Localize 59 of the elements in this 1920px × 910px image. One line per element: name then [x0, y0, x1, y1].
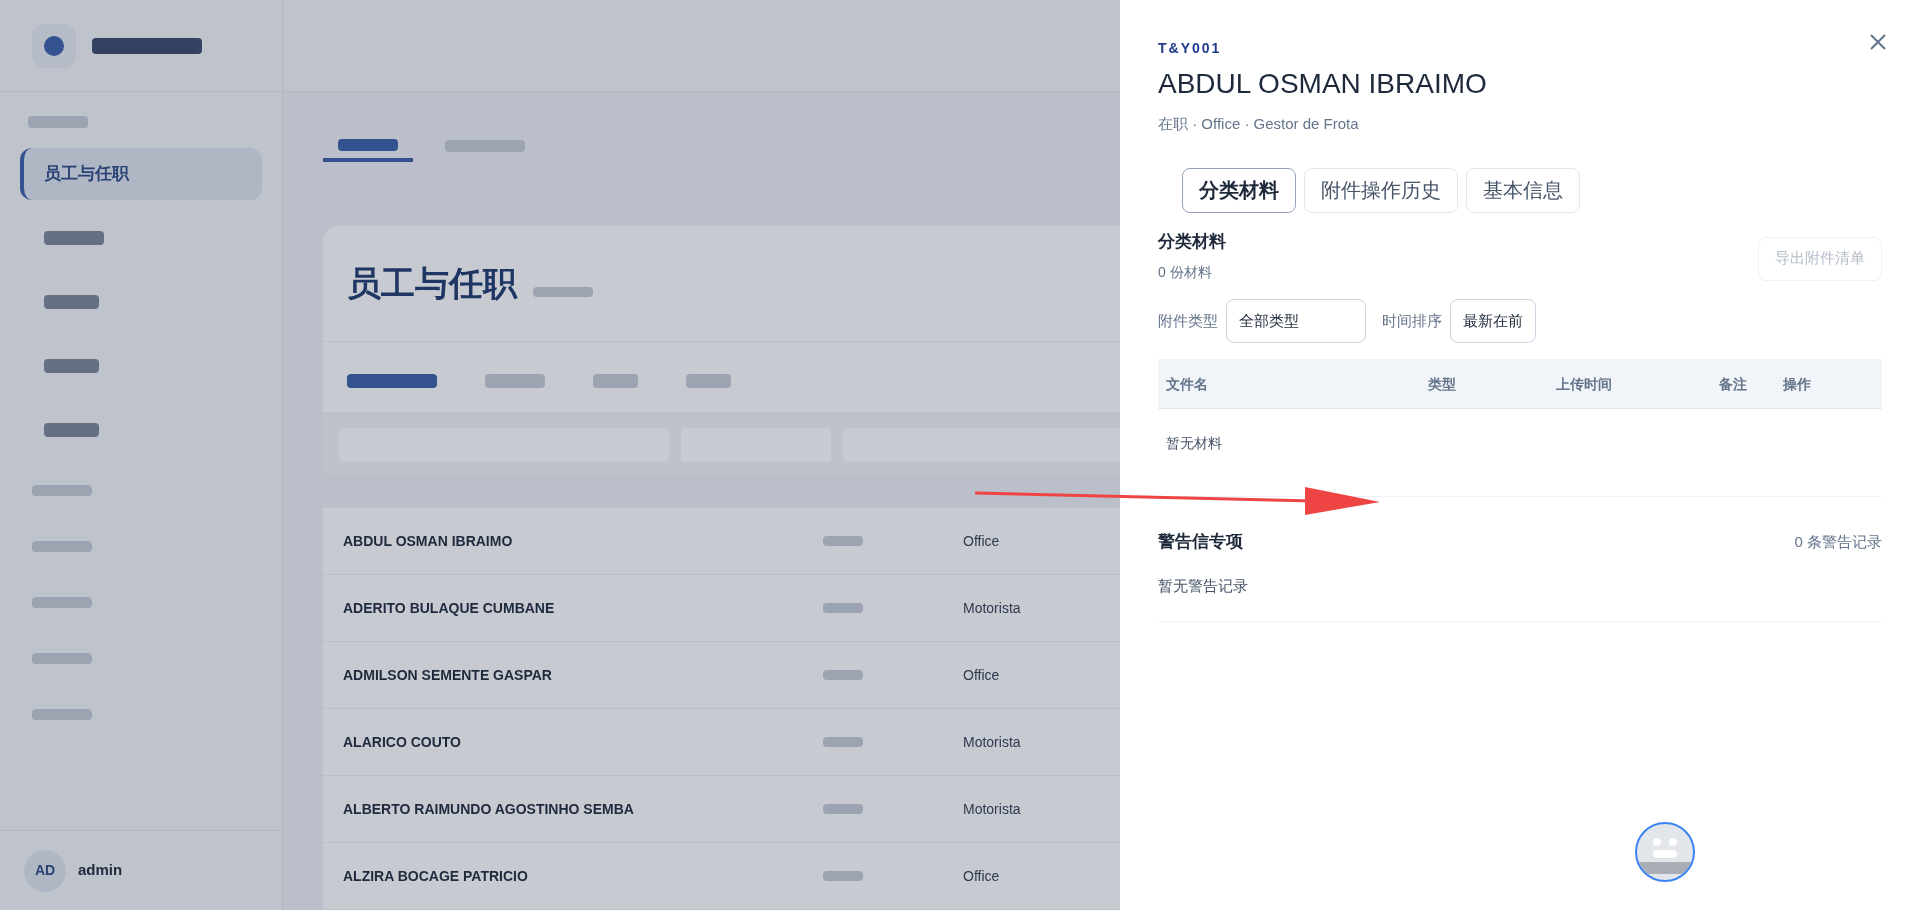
- column-header: 文件名: [1166, 375, 1208, 394]
- column-header: 操作: [1783, 375, 1811, 394]
- table-cell-text: Motorista: [963, 799, 1021, 819]
- employee-code: T&Y001: [1158, 39, 1222, 58]
- nav-item-placeholder: [44, 359, 99, 373]
- nav-group-placeholder: [28, 116, 88, 128]
- filter-label: 时间排序: [1382, 310, 1442, 331]
- nav-group-placeholder: [32, 652, 92, 664]
- column-header: 备注: [1719, 375, 1747, 394]
- section-title: 分类材料: [1158, 230, 1226, 253]
- tab-placeholder: [593, 374, 638, 388]
- nav-item[interactable]: 员工与任职: [20, 148, 262, 200]
- table-cell-text: Motorista: [963, 598, 1021, 618]
- section-title: 警告信专项: [1158, 531, 1243, 553]
- employee-name: ABDUL OSMAN IBRAIMO: [1158, 67, 1487, 101]
- tab[interactable]: 分类材料: [1182, 167, 1296, 213]
- table-cell-text: ALARICO COUTO: [343, 732, 462, 752]
- empty-message: 暂无警告记录: [1158, 575, 1248, 596]
- table-cell-text: ALBERTO RAIMUNDO AGOSTINHO SEMBA: [343, 799, 635, 819]
- warning-count: 0 条警告记录: [1794, 531, 1882, 552]
- nav-group-placeholder: [32, 540, 92, 552]
- nav-item-placeholder: [44, 231, 104, 245]
- table-cell-text: ADMILSON SEMENTE GASPAR: [343, 665, 553, 685]
- nav-item-placeholder: [44, 295, 99, 309]
- table-cell-text: Office: [963, 866, 1000, 886]
- column-header: 类型: [1428, 375, 1456, 394]
- cell-placeholder: [823, 670, 863, 680]
- tab-placeholder: [686, 374, 731, 388]
- user-name: admin: [78, 860, 123, 881]
- filter-label: 附件类型: [1158, 310, 1218, 331]
- table-cell-text: Office: [963, 531, 1000, 551]
- nav-group-placeholder: [32, 708, 92, 720]
- column-header: 上传时间: [1556, 375, 1612, 394]
- nav-item-placeholder: [44, 423, 99, 437]
- table-cell-text: ABDUL OSMAN IBRAIMO: [343, 531, 514, 551]
- empty-message: 暂无材料: [1165, 434, 1223, 453]
- material-count: 0 份材料: [1158, 263, 1212, 282]
- tab[interactable]: 附件操作历史: [1304, 167, 1458, 213]
- table-cell-text: ADERITO BULAQUE CUMBANE: [343, 598, 556, 618]
- logo-icon: [32, 23, 76, 68]
- cell-placeholder: [823, 603, 863, 613]
- user-avatar: AD: [24, 849, 66, 892]
- table-cell-text: ALZIRA BOCAGE PATRICIO: [343, 866, 529, 886]
- employee-subtitle: 在职 · Office · Gestor de Frota: [1158, 114, 1359, 134]
- assistant-avatar-icon[interactable]: [1635, 822, 1695, 882]
- count-placeholder: [533, 287, 593, 297]
- select-field[interactable]: 最新在前: [1450, 299, 1536, 343]
- nav-group-placeholder: [32, 484, 92, 496]
- cell-placeholder: [823, 737, 863, 747]
- table-cell-text: Motorista: [963, 732, 1021, 752]
- cell-placeholder: [823, 804, 863, 814]
- page-title: 员工与任职: [347, 262, 517, 305]
- cell-placeholder: [823, 871, 863, 881]
- table-cell-text: Office: [963, 665, 1000, 685]
- tab[interactable]: 基本信息: [1466, 167, 1580, 213]
- cell-placeholder: [823, 536, 863, 546]
- select-field[interactable]: 全部类型: [1226, 299, 1366, 343]
- tab-placeholder: [485, 374, 545, 388]
- nav-group-placeholder: [32, 596, 92, 608]
